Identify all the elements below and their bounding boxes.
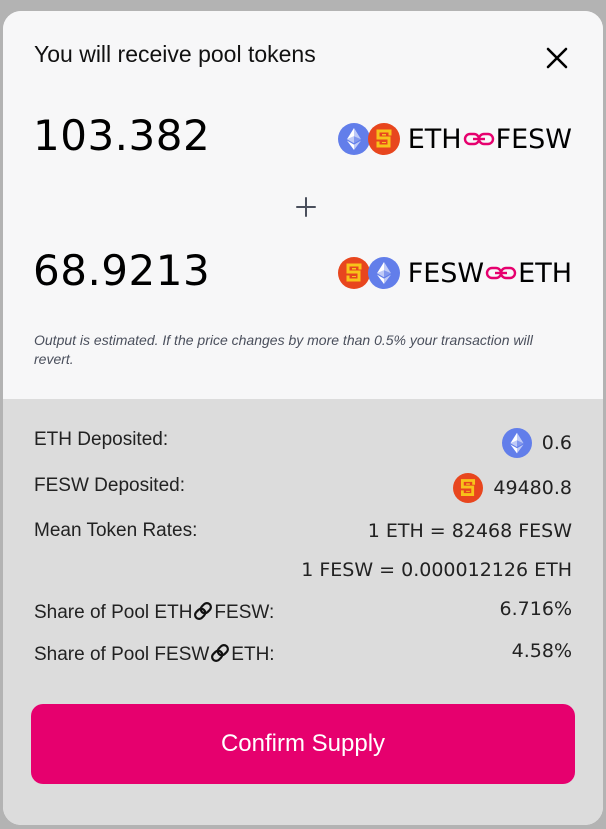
fesw-deposited-label: FESW Deposited: xyxy=(34,475,185,496)
pair-label: FESW ETH xyxy=(408,258,572,289)
fesw-icon xyxy=(453,473,484,503)
eth-icon xyxy=(501,428,532,458)
modal-title: You will receive pool tokens xyxy=(34,41,316,67)
eth-icon xyxy=(367,257,400,289)
fesw-deposited-value: 49480.8 xyxy=(493,477,572,499)
share-of-pool-eth-fesw-label: Share of Pool ETH FESW: xyxy=(34,600,274,624)
pool-token-amount-eth-fesw: 103.382 xyxy=(33,111,211,160)
supply-modal: You will receive pool tokens 103.382 ETH… xyxy=(3,11,603,825)
mean-token-rates-label: Mean Token Rates: xyxy=(34,520,198,541)
pair-token-right: FESW xyxy=(495,123,572,155)
chain-link-icon xyxy=(209,642,231,664)
share-label-suffix: FESW: xyxy=(214,602,275,623)
share-label-suffix: ETH: xyxy=(231,644,275,665)
chain-link-icon xyxy=(192,600,214,622)
estimate-note: Output is estimated. If the price change… xyxy=(34,332,533,367)
pool-pair-fesw-eth: FESW ETH xyxy=(337,253,572,293)
close-icon[interactable] xyxy=(544,45,570,71)
pair-token-right: ETH xyxy=(518,257,572,289)
pool-pair-eth-fesw: ETH FESW xyxy=(337,119,572,159)
pair-token-left: FESW xyxy=(407,257,485,289)
modal-top-section: You will receive pool tokens 103.382 ETH… xyxy=(3,11,603,399)
confirm-supply-button[interactable]: Confirm Supply xyxy=(31,704,575,784)
share-label-prefix: Share of Pool FESW xyxy=(34,644,210,665)
fesw-icon xyxy=(337,257,370,289)
fesw-deposited-value-row: 49480.8 xyxy=(453,473,572,503)
share-of-pool-fesw-eth-label: Share of Pool FESW ETH: xyxy=(34,642,275,666)
rate-fesw-to-eth: 1 FESW = 0.000012126 ETH xyxy=(301,559,572,581)
share-of-pool-fesw-eth-value: 4.58% xyxy=(511,640,572,662)
eth-deposited-label: ETH Deposited: xyxy=(34,429,169,450)
plus-icon xyxy=(294,195,318,219)
eth-deposited-value-row: 0.6 xyxy=(501,428,572,458)
eth-icon xyxy=(337,123,370,155)
eth-deposited-value: 0.6 xyxy=(541,432,572,454)
fesw-icon xyxy=(367,123,400,155)
pair-icons xyxy=(337,123,400,155)
rate-eth-to-fesw: 1 ETH = 82468 FESW xyxy=(367,520,572,542)
share-of-pool-eth-fesw-value: 6.716% xyxy=(499,598,572,620)
pair-label: ETH FESW xyxy=(408,124,572,155)
link-icon xyxy=(463,129,495,149)
pair-token-left: ETH xyxy=(407,123,462,155)
pair-icons xyxy=(337,257,400,289)
pool-token-amount-fesw-eth: 68.9213 xyxy=(33,246,211,295)
link-icon xyxy=(485,263,517,283)
share-label-prefix: Share of Pool ETH xyxy=(34,602,193,623)
